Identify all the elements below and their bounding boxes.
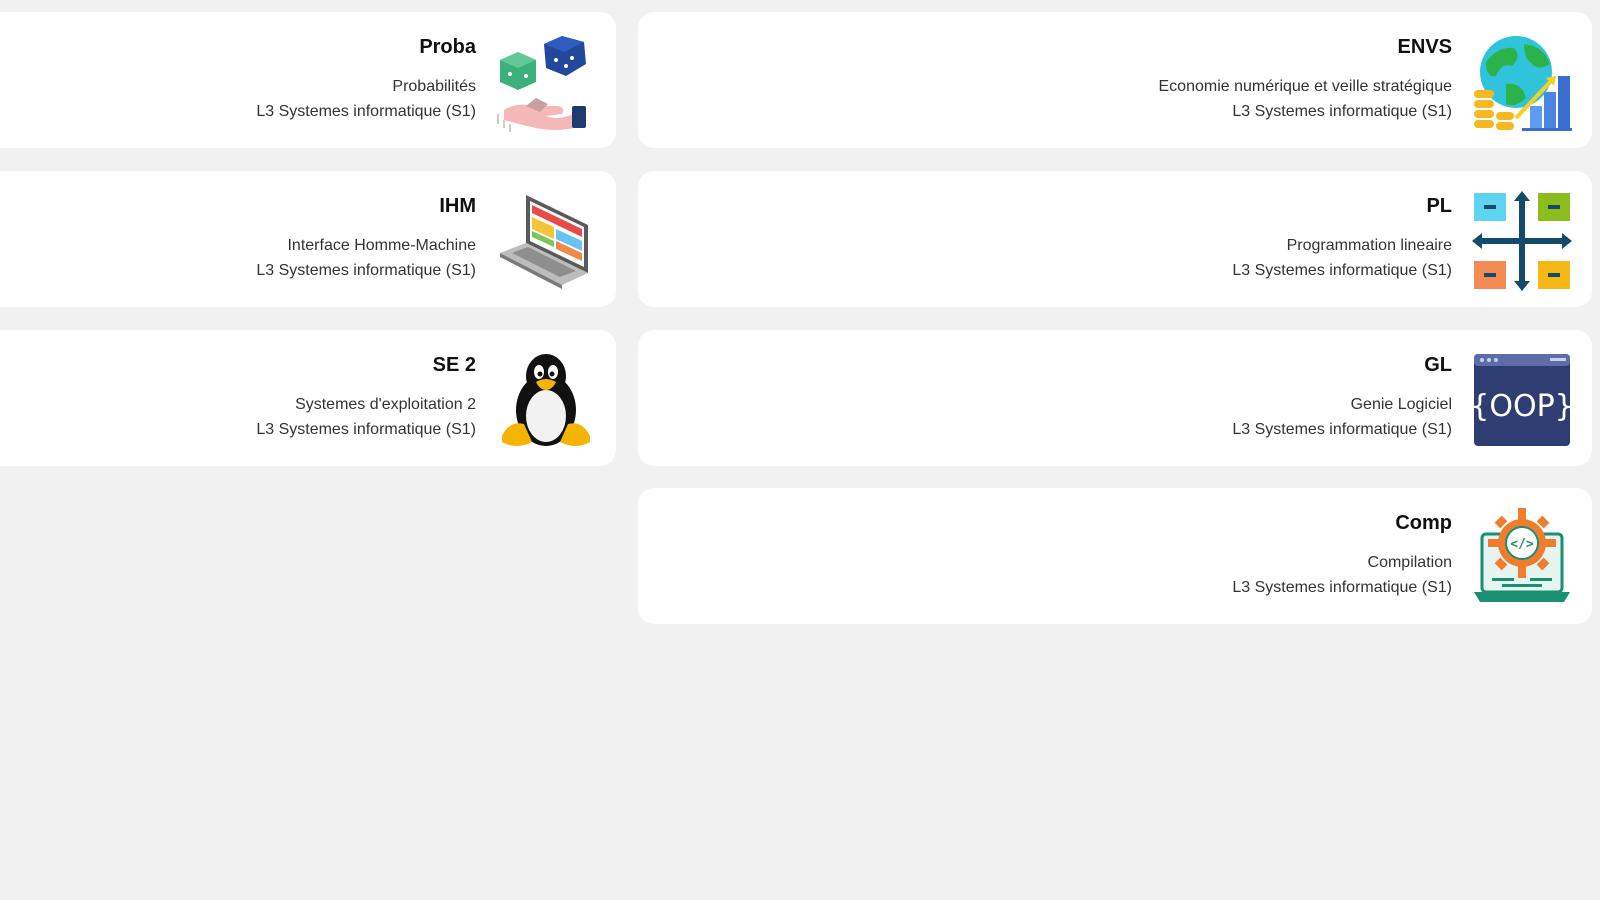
- course-name: Economie numérique et veille stratégique: [1158, 78, 1453, 95]
- course-name: Programmation lineaire: [1286, 237, 1452, 254]
- laptop-ui-icon: [496, 191, 596, 291]
- linux-penguin-icon: [496, 350, 596, 450]
- course-code: SE 2: [432, 354, 476, 376]
- course-program: L3 Systemes informatique (S1): [1232, 421, 1452, 438]
- course-code: Comp: [1395, 512, 1452, 534]
- course-name: Probabilités: [392, 78, 476, 95]
- course-program: L3 Systemes informatique (S1): [256, 103, 476, 120]
- course-program: L3 Systemes informatique (S1): [256, 262, 476, 279]
- course-program: L3 Systemes informatique (S1): [1232, 579, 1452, 596]
- course-code: IHM: [439, 195, 476, 217]
- axes-quadrants-icon: [1472, 191, 1572, 291]
- course-card-comp[interactable]: Comp Compilation L3 Systemes informatiqu…: [638, 488, 1592, 624]
- dice-hand-icon: [496, 32, 596, 132]
- course-card-se2[interactable]: SE 2 Systemes d'exploitation 2 L3 System…: [0, 330, 616, 466]
- oop-window-icon: {OOP}: [1472, 350, 1572, 450]
- oop-label: {OOP}: [1472, 389, 1572, 424]
- course-code: Proba: [419, 36, 476, 58]
- course-card-proba[interactable]: Proba Probabilités L3 Systemes informati…: [0, 12, 616, 148]
- globe-growth-icon: [1472, 32, 1572, 132]
- course-code: PL: [1426, 195, 1452, 217]
- course-name: Compilation: [1367, 554, 1452, 571]
- code-tag-label: </>: [1510, 537, 1534, 552]
- course-name: Interface Homme-Machine: [287, 237, 476, 254]
- course-code: GL: [1424, 354, 1452, 376]
- course-card-pl[interactable]: PL Programmation lineaire L3 Systemes in…: [638, 171, 1592, 307]
- course-card-ihm[interactable]: IHM Interface Homme-Machine L3 Systemes …: [0, 171, 616, 307]
- course-program: L3 Systemes informatique (S1): [1232, 262, 1452, 279]
- course-card-gl[interactable]: GL Genie Logiciel L3 Systemes informatiq…: [638, 330, 1592, 466]
- course-name: Systemes d'exploitation 2: [295, 396, 476, 413]
- course-program: L3 Systemes informatique (S1): [1232, 103, 1452, 120]
- course-program: L3 Systemes informatique (S1): [256, 421, 476, 438]
- course-code: ENVS: [1397, 36, 1452, 58]
- course-card-envs[interactable]: ENVS Economie numérique et veille straté…: [638, 12, 1592, 148]
- course-name: Genie Logiciel: [1350, 396, 1452, 413]
- laptop-gear-code-icon: </>: [1472, 508, 1572, 608]
